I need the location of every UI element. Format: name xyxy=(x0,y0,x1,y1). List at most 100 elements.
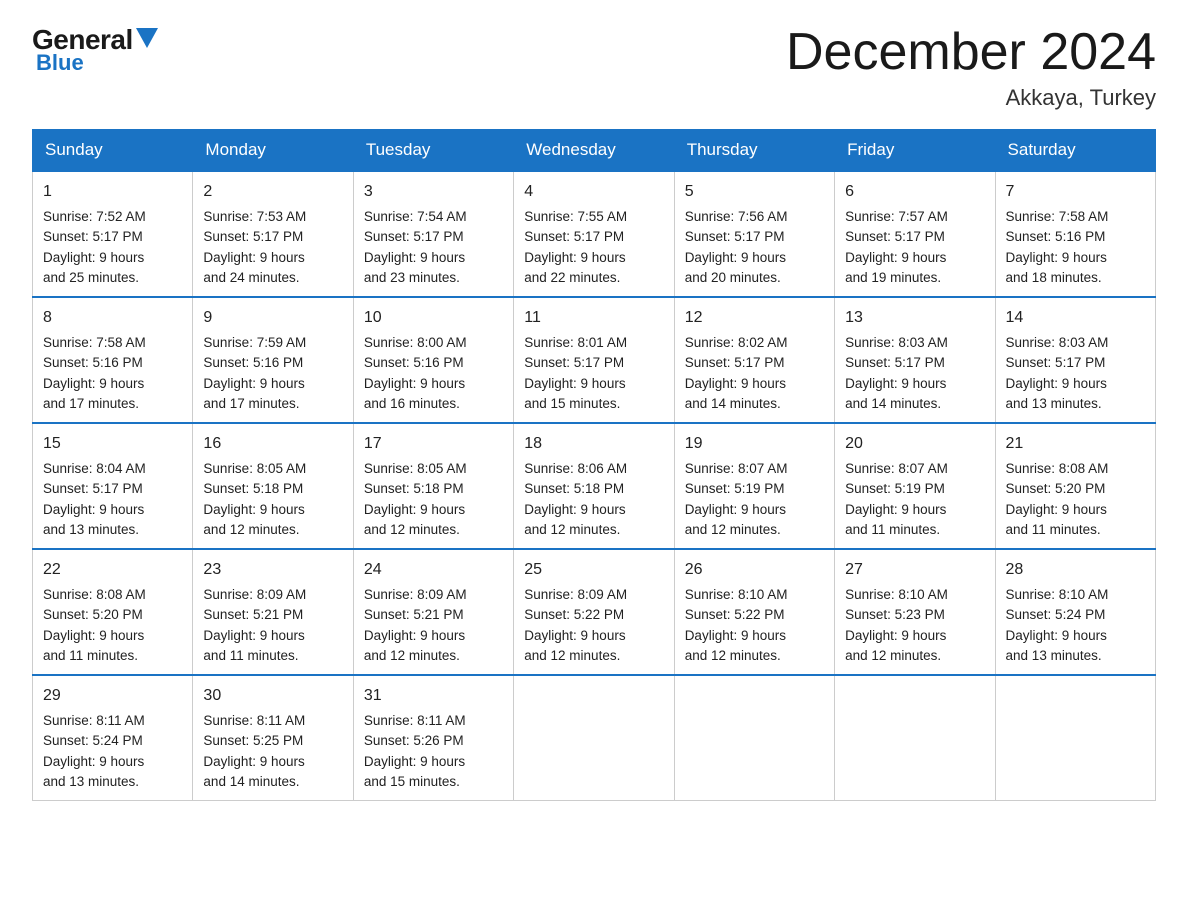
sunrise-text: Sunrise: 8:10 AM xyxy=(1006,587,1109,602)
day-number: 20 xyxy=(845,432,984,456)
daylight-label: Daylight: 9 hours xyxy=(43,250,144,265)
sunrise-text: Sunrise: 8:05 AM xyxy=(203,461,306,476)
daylight-minutes: and 14 minutes. xyxy=(685,396,781,411)
table-row: 4 Sunrise: 7:55 AM Sunset: 5:17 PM Dayli… xyxy=(514,171,674,297)
daylight-minutes: and 12 minutes. xyxy=(203,522,299,537)
daylight-minutes: and 12 minutes. xyxy=(364,648,460,663)
daylight-label: Daylight: 9 hours xyxy=(364,754,465,769)
daylight-label: Daylight: 9 hours xyxy=(685,502,786,517)
sunset-text: Sunset: 5:19 PM xyxy=(845,481,945,496)
daylight-minutes: and 15 minutes. xyxy=(364,774,460,789)
daylight-minutes: and 20 minutes. xyxy=(685,270,781,285)
daylight-label: Daylight: 9 hours xyxy=(43,628,144,643)
sunset-text: Sunset: 5:16 PM xyxy=(203,355,303,370)
sunset-text: Sunset: 5:17 PM xyxy=(364,229,464,244)
calendar-week-row: 15 Sunrise: 8:04 AM Sunset: 5:17 PM Dayl… xyxy=(33,423,1156,549)
sunset-text: Sunset: 5:17 PM xyxy=(845,229,945,244)
calendar-week-row: 1 Sunrise: 7:52 AM Sunset: 5:17 PM Dayli… xyxy=(33,171,1156,297)
day-number: 1 xyxy=(43,180,182,204)
sunrise-text: Sunrise: 7:56 AM xyxy=(685,209,788,224)
daylight-minutes: and 11 minutes. xyxy=(43,648,138,663)
day-number: 22 xyxy=(43,558,182,582)
day-number: 6 xyxy=(845,180,984,204)
table-row: 29 Sunrise: 8:11 AM Sunset: 5:24 PM Dayl… xyxy=(33,675,193,801)
daylight-label: Daylight: 9 hours xyxy=(364,502,465,517)
logo: General Blue xyxy=(32,24,158,80)
day-number: 4 xyxy=(524,180,663,204)
sunset-text: Sunset: 5:23 PM xyxy=(845,607,945,622)
daylight-minutes: and 19 minutes. xyxy=(845,270,941,285)
daylight-label: Daylight: 9 hours xyxy=(524,502,625,517)
sunrise-text: Sunrise: 8:02 AM xyxy=(685,335,788,350)
header: General Blue December 2024 Akkaya, Turke… xyxy=(32,24,1156,111)
daylight-label: Daylight: 9 hours xyxy=(524,628,625,643)
day-number: 16 xyxy=(203,432,342,456)
daylight-label: Daylight: 9 hours xyxy=(845,250,946,265)
sunrise-text: Sunrise: 7:57 AM xyxy=(845,209,948,224)
table-row: 19 Sunrise: 8:07 AM Sunset: 5:19 PM Dayl… xyxy=(674,423,834,549)
table-row: 28 Sunrise: 8:10 AM Sunset: 5:24 PM Dayl… xyxy=(995,549,1155,675)
col-friday: Friday xyxy=(835,130,995,172)
sunrise-text: Sunrise: 8:11 AM xyxy=(203,713,305,728)
sunrise-text: Sunrise: 8:06 AM xyxy=(524,461,627,476)
daylight-minutes: and 25 minutes. xyxy=(43,270,139,285)
daylight-minutes: and 17 minutes. xyxy=(203,396,299,411)
sunrise-text: Sunrise: 7:52 AM xyxy=(43,209,146,224)
sunrise-text: Sunrise: 8:01 AM xyxy=(524,335,627,350)
col-monday: Monday xyxy=(193,130,353,172)
day-number: 2 xyxy=(203,180,342,204)
table-row: 10 Sunrise: 8:00 AM Sunset: 5:16 PM Dayl… xyxy=(353,297,513,423)
daylight-label: Daylight: 9 hours xyxy=(685,250,786,265)
sunrise-text: Sunrise: 8:10 AM xyxy=(845,587,948,602)
table-row: 8 Sunrise: 7:58 AM Sunset: 5:16 PM Dayli… xyxy=(33,297,193,423)
daylight-label: Daylight: 9 hours xyxy=(845,628,946,643)
daylight-label: Daylight: 9 hours xyxy=(43,502,144,517)
col-tuesday: Tuesday xyxy=(353,130,513,172)
daylight-label: Daylight: 9 hours xyxy=(524,250,625,265)
day-number: 15 xyxy=(43,432,182,456)
day-number: 5 xyxy=(685,180,824,204)
day-number: 3 xyxy=(364,180,503,204)
daylight-label: Daylight: 9 hours xyxy=(364,250,465,265)
sunset-text: Sunset: 5:26 PM xyxy=(364,733,464,748)
daylight-label: Daylight: 9 hours xyxy=(364,628,465,643)
day-number: 7 xyxy=(1006,180,1145,204)
day-number: 11 xyxy=(524,306,663,330)
sunrise-text: Sunrise: 7:58 AM xyxy=(43,335,146,350)
sunset-text: Sunset: 5:18 PM xyxy=(524,481,624,496)
daylight-label: Daylight: 9 hours xyxy=(43,754,144,769)
daylight-minutes: and 11 minutes. xyxy=(203,648,298,663)
day-number: 9 xyxy=(203,306,342,330)
day-number: 21 xyxy=(1006,432,1145,456)
day-number: 28 xyxy=(1006,558,1145,582)
sunrise-text: Sunrise: 7:58 AM xyxy=(1006,209,1109,224)
table-row: 20 Sunrise: 8:07 AM Sunset: 5:19 PM Dayl… xyxy=(835,423,995,549)
sunrise-text: Sunrise: 8:00 AM xyxy=(364,335,467,350)
daylight-minutes: and 23 minutes. xyxy=(364,270,460,285)
table-row xyxy=(674,675,834,801)
sunrise-text: Sunrise: 7:53 AM xyxy=(203,209,306,224)
daylight-label: Daylight: 9 hours xyxy=(1006,250,1107,265)
sunrise-text: Sunrise: 8:11 AM xyxy=(43,713,145,728)
daylight-minutes: and 22 minutes. xyxy=(524,270,620,285)
sunset-text: Sunset: 5:17 PM xyxy=(685,355,785,370)
sunrise-text: Sunrise: 8:08 AM xyxy=(1006,461,1109,476)
daylight-label: Daylight: 9 hours xyxy=(43,376,144,391)
daylight-minutes: and 11 minutes. xyxy=(845,522,940,537)
daylight-minutes: and 12 minutes. xyxy=(524,522,620,537)
table-row: 11 Sunrise: 8:01 AM Sunset: 5:17 PM Dayl… xyxy=(514,297,674,423)
sunset-text: Sunset: 5:22 PM xyxy=(685,607,785,622)
calendar-week-row: 29 Sunrise: 8:11 AM Sunset: 5:24 PM Dayl… xyxy=(33,675,1156,801)
day-number: 26 xyxy=(685,558,824,582)
sunset-text: Sunset: 5:21 PM xyxy=(364,607,464,622)
daylight-label: Daylight: 9 hours xyxy=(524,376,625,391)
sunrise-text: Sunrise: 8:10 AM xyxy=(685,587,788,602)
day-number: 18 xyxy=(524,432,663,456)
table-row: 13 Sunrise: 8:03 AM Sunset: 5:17 PM Dayl… xyxy=(835,297,995,423)
day-number: 31 xyxy=(364,684,503,708)
table-row: 5 Sunrise: 7:56 AM Sunset: 5:17 PM Dayli… xyxy=(674,171,834,297)
daylight-label: Daylight: 9 hours xyxy=(203,754,304,769)
table-row xyxy=(514,675,674,801)
sunset-text: Sunset: 5:18 PM xyxy=(203,481,303,496)
daylight-label: Daylight: 9 hours xyxy=(845,376,946,391)
